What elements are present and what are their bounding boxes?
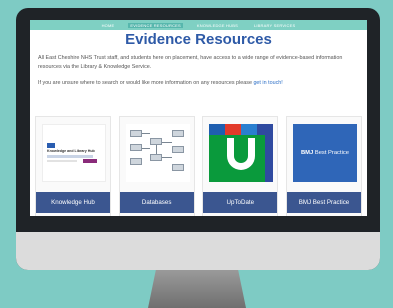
monitor-stand [148, 270, 246, 308]
card-label-uptodate[interactable]: UpToDate [203, 192, 278, 213]
bmj-brand: BMJ [300, 150, 314, 156]
nav-item-knowledge-hubs[interactable]: KNOWLEDGE HUBS [195, 23, 240, 28]
db-connector [141, 148, 150, 149]
get-in-touch-link[interactable]: get in touch! [253, 80, 282, 86]
search-bar-graphic [47, 155, 93, 158]
bmj-product: Best Practice [314, 150, 349, 156]
db-connector [161, 142, 172, 143]
card-label-databases[interactable]: Databases [119, 192, 194, 213]
uptodate-u-glyph [227, 138, 256, 170]
intro-text: All East Cheshire NHS Trust staff, and s… [38, 55, 343, 70]
card-bmj-best-practice[interactable]: BMJ Best Practice BMJ Best Practice [285, 116, 362, 216]
knowledge-hub-thumbnail: Knowledge and Library Hub [42, 124, 106, 182]
nav-item-library-services[interactable]: LIBRARY SERVICES [252, 23, 297, 28]
db-node [171, 146, 184, 153]
card-uptodate[interactable]: UpToDate [202, 116, 279, 216]
db-node [171, 164, 184, 171]
card-knowledge-hub[interactable]: Knowledge and Library Hub Knowledge Hub [35, 116, 111, 216]
bmj-logo-text: BMJ Best Practice [301, 150, 349, 156]
card-databases[interactable]: Databases [118, 116, 195, 216]
hint-text: If you are unsure where to search or wou… [38, 80, 359, 86]
card-label-knowledge-hub[interactable]: Knowledge Hub [36, 192, 110, 213]
monitor-chin [16, 232, 380, 270]
db-connector [155, 145, 157, 154]
nav-item-home[interactable]: HOME [100, 23, 117, 28]
nhs-logo-icon [47, 143, 55, 148]
page-title: Evidence Resources [125, 31, 272, 48]
resource-cards: Knowledge and Library Hub Knowledge Hub [35, 116, 362, 216]
db-connector [141, 133, 150, 134]
db-node [129, 130, 142, 137]
text-line-graphic [47, 160, 77, 162]
top-nav: HOME EVIDENCE RESOURCES KNOWLEDGE HUBS L… [30, 20, 367, 30]
uptodate-side-band [265, 135, 274, 182]
card-label-bmj-best-practice[interactable]: BMJ Best Practice [286, 192, 361, 213]
db-node [149, 154, 162, 161]
nav-item-evidence-resources[interactable]: EVIDENCE RESOURCES [128, 22, 183, 28]
db-node [171, 130, 184, 137]
search-button-graphic [83, 159, 97, 163]
knowledge-hub-thumb-title: Knowledge and Library Hub [47, 149, 95, 153]
db-node [129, 158, 142, 165]
db-node [149, 138, 162, 145]
uptodate-color-band [209, 124, 274, 135]
databases-diagram-icon [125, 124, 190, 182]
uptodate-logo-icon [209, 124, 274, 182]
website-screen: HOME EVIDENCE RESOURCES KNOWLEDGE HUBS L… [30, 20, 367, 216]
db-node [129, 144, 142, 151]
db-connector [161, 157, 172, 158]
bmj-logo-icon: BMJ Best Practice [292, 124, 357, 182]
hint-text-body: If you are unsure where to search or wou… [38, 80, 254, 86]
